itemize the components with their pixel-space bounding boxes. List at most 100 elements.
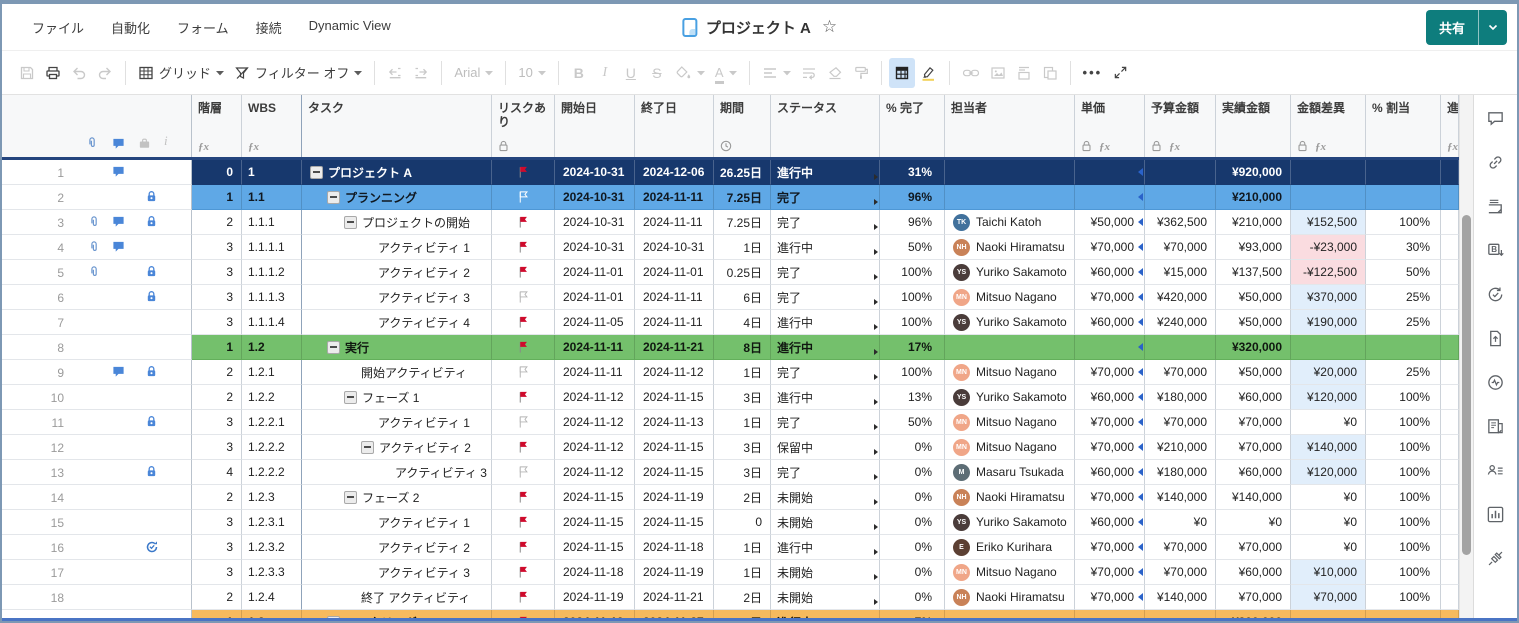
collapse-toggle[interactable] <box>344 391 357 404</box>
cell-status[interactable]: 未開始 <box>771 560 880 585</box>
cell-pct[interactable]: 31% <box>880 160 945 185</box>
row-panel-cell[interactable]: 16 <box>2 535 192 560</box>
cell-progress[interactable] <box>1441 335 1459 360</box>
menu-item-3[interactable]: フォーム <box>177 18 229 37</box>
cell-assignee[interactable]: NHNaoki Hiramatsu <box>945 235 1075 260</box>
cell-budget[interactable] <box>1145 185 1216 210</box>
cell-wbs[interactable]: 1.2.3.3 <box>242 560 302 585</box>
row-panel-cell[interactable]: 5 <box>2 260 192 285</box>
row-panel-cell[interactable]: 3 <box>2 210 192 235</box>
cell-level[interactable]: 3 <box>192 410 242 435</box>
cell-assignee[interactable]: MNMitsuo Nagano <box>945 560 1075 585</box>
cell-start[interactable]: 2024-11-19 <box>555 610 635 621</box>
cell-alloc[interactable]: 30% <box>1366 235 1441 260</box>
cell-wbs[interactable]: 1.1.1 <box>242 210 302 235</box>
cell-actual[interactable]: ¥60,000 <box>1216 560 1291 585</box>
cell-start[interactable]: 2024-11-12 <box>555 385 635 410</box>
clip-icon[interactable] <box>88 240 101 254</box>
cell-assignee[interactable]: YSYuriko Sakamoto <box>945 260 1075 285</box>
cell-assignee[interactable]: MMasaru Tsukada <box>945 460 1075 485</box>
cell-pct[interactable]: 100% <box>880 260 945 285</box>
cell-variance[interactable]: ¥120,000 <box>1291 460 1366 485</box>
column-header-budget[interactable]: 予算金額ƒx <box>1145 95 1216 157</box>
column-header-variance[interactable]: 金額差異ƒx <box>1291 95 1366 157</box>
cell-budget[interactable]: ¥70,000 <box>1145 410 1216 435</box>
cell-duration[interactable]: 1日 <box>714 360 771 385</box>
cell-alloc[interactable]: 25% <box>1366 360 1441 385</box>
cell-budget[interactable] <box>1145 335 1216 360</box>
risk-flag-icon[interactable] <box>517 340 530 354</box>
cell-wbs[interactable]: 1.2 <box>242 335 302 360</box>
cell-alloc[interactable]: 25% <box>1366 285 1441 310</box>
row-number[interactable]: 5 <box>2 266 64 280</box>
cell-start[interactable]: 2024-10-31 <box>555 210 635 235</box>
cell-variance[interactable]: -¥122,500 <box>1291 260 1366 285</box>
favorite-star-icon[interactable]: ☆ <box>822 17 837 37</box>
cell-task[interactable]: アクティビティ 3 <box>302 560 492 585</box>
column-header-pct[interactable]: % 完了 <box>880 95 945 157</box>
row-number[interactable]: 13 <box>2 466 64 480</box>
cell-unit[interactable] <box>1075 610 1145 621</box>
cell-duration[interactable]: 7.25日 <box>714 210 771 235</box>
cell-start[interactable]: 2024-11-12 <box>555 435 635 460</box>
cell-wbs[interactable]: 1.1.1.4 <box>242 310 302 335</box>
cell-start[interactable]: 2024-11-19 <box>555 585 635 610</box>
collapse-toggle[interactable] <box>327 616 340 622</box>
cell-pct[interactable]: 7% <box>880 610 945 621</box>
cell-start[interactable]: 2024-10-31 <box>555 160 635 185</box>
cell-variance[interactable]: ¥370,000 <box>1291 285 1366 310</box>
column-header-task[interactable]: タスク <box>302 95 492 157</box>
risk-flag-icon[interactable] <box>517 490 530 504</box>
cell-risk[interactable] <box>492 210 555 235</box>
cell-duration[interactable]: 1日 <box>714 535 771 560</box>
row-panel-cell[interactable]: 8 <box>2 335 192 360</box>
cell-variance[interactable]: ¥120,000 <box>1291 385 1366 410</box>
risk-flag-icon[interactable] <box>517 565 530 579</box>
cell-variance[interactable]: ¥152,500 <box>1291 210 1366 235</box>
cell-assignee[interactable] <box>945 185 1075 210</box>
comment-icon[interactable] <box>112 240 125 253</box>
row-number[interactable]: 10 <box>2 391 64 405</box>
row-panel-cell[interactable]: 4 <box>2 235 192 260</box>
cell-alloc[interactable]: 100% <box>1366 410 1441 435</box>
cell-level[interactable]: 1 <box>192 610 242 621</box>
cell-progress[interactable] <box>1441 610 1459 621</box>
cell-duration[interactable]: 1日 <box>714 410 771 435</box>
comment-icon[interactable] <box>112 215 125 228</box>
cell-assignee[interactable] <box>945 335 1075 360</box>
cell-pct[interactable]: 96% <box>880 185 945 210</box>
cell-duration[interactable]: 6日 <box>714 285 771 310</box>
cell-assignee[interactable]: MNMitsuo Nagano <box>945 435 1075 460</box>
cell-actual[interactable]: ¥300,000 <box>1216 610 1291 621</box>
cell-level[interactable]: 3 <box>192 235 242 260</box>
cell-risk[interactable] <box>492 460 555 485</box>
cell-pct[interactable]: 100% <box>880 285 945 310</box>
cell-status[interactable]: 完了 <box>771 260 880 285</box>
cell-end[interactable]: 2024-11-21 <box>635 335 714 360</box>
cell-level[interactable]: 2 <box>192 210 242 235</box>
cell-risk[interactable] <box>492 285 555 310</box>
row-panel-cell[interactable]: 14 <box>2 485 192 510</box>
cell-end[interactable]: 2024-11-15 <box>635 435 714 460</box>
cell-status[interactable]: 完了 <box>771 210 880 235</box>
sheet-summary-icon[interactable] <box>1486 417 1505 436</box>
cell-duration[interactable]: 26.25日 <box>714 160 771 185</box>
cell-level[interactable]: 3 <box>192 310 242 335</box>
cell-duration[interactable]: 3日 <box>714 385 771 410</box>
cell-level[interactable]: 3 <box>192 560 242 585</box>
cell-end[interactable]: 2024-11-27 <box>635 610 714 621</box>
cell-progress[interactable] <box>1441 485 1459 510</box>
menu-item-1[interactable]: ファイル <box>32 18 84 37</box>
cell-alloc[interactable]: 100% <box>1366 210 1441 235</box>
row-number[interactable]: 2 <box>2 191 64 205</box>
cell-variance[interactable] <box>1291 185 1366 210</box>
lock-icon[interactable] <box>145 465 158 478</box>
update-sync-icon[interactable] <box>1486 285 1505 304</box>
row-panel-cell[interactable]: 10 <box>2 385 192 410</box>
cell-alloc[interactable]: 100% <box>1366 585 1441 610</box>
cell-end[interactable]: 2024-11-13 <box>635 410 714 435</box>
cell-end[interactable]: 2024-11-01 <box>635 260 714 285</box>
proofs-icon[interactable] <box>1486 197 1505 216</box>
cell-duration[interactable]: 2日 <box>714 485 771 510</box>
cell-actual[interactable]: ¥210,000 <box>1216 185 1291 210</box>
